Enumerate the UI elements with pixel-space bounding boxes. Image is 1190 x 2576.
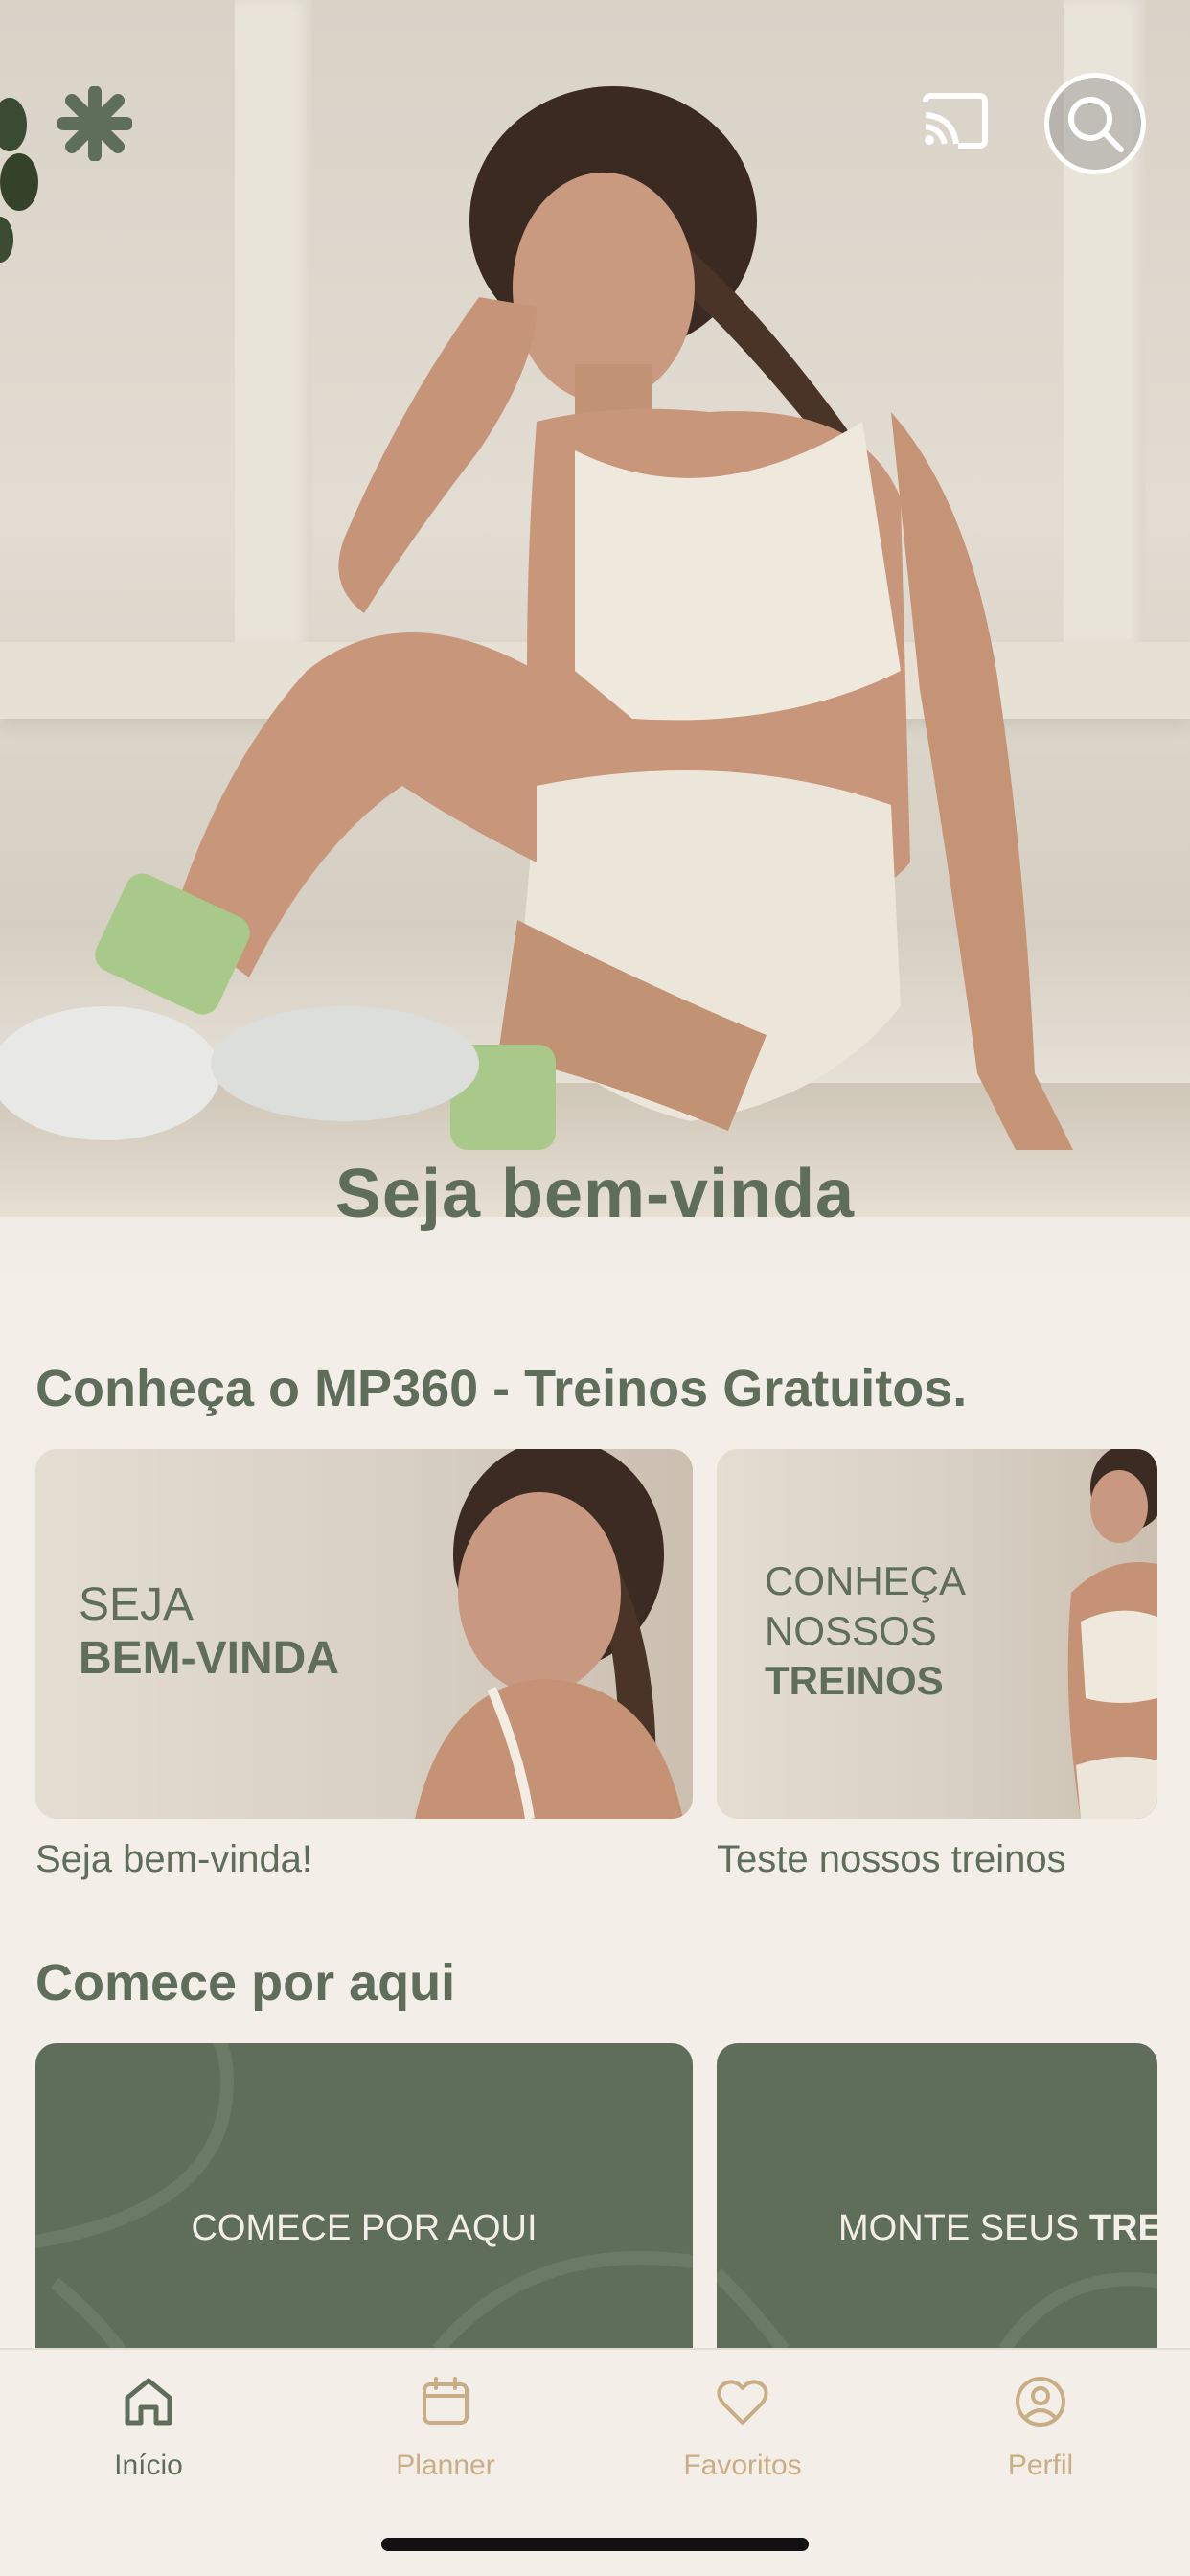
tab-favoritos-label: Favoritos: [683, 2450, 802, 2481]
card-start-here[interactable]: COMECE POR AQUI: [35, 2043, 693, 2350]
search-button[interactable]: [1044, 73, 1146, 174]
tab-favoritos[interactable]: Favoritos: [647, 2371, 838, 2482]
home-icon: [125, 2378, 172, 2426]
section-title-free-workouts: Conheça o MP360 - Treinos Gratuitos.: [35, 1360, 968, 1417]
heart-icon: [717, 2380, 768, 2425]
cast-icon[interactable]: [920, 92, 989, 150]
card-welcome-line1: SEJA: [79, 1579, 195, 1630]
card-build-workouts[interactable]: MONTE SEUS TRE: [717, 2043, 1157, 2350]
tab-perfil[interactable]: Perfil: [945, 2371, 1136, 2482]
tab-inicio[interactable]: Início: [53, 2371, 244, 2482]
card-welcome-text: SEJA BEM-VINDA: [79, 1578, 339, 1686]
card-treinos[interactable]: CONHEÇA NOSSOS TREINOS: [717, 1449, 1157, 1819]
calendar-icon: [423, 2377, 469, 2425]
card-welcome[interactable]: SEJA BEM-VINDA: [35, 1449, 693, 1819]
card-photo-woman: [1067, 1449, 1157, 1819]
card-photo-woman: [415, 1449, 683, 1819]
card-build-workouts-label: MONTE SEUS TRE: [838, 2208, 1157, 2249]
card-welcome-line2: BEM-VINDA: [79, 1633, 339, 1684]
card-treinos-text: CONHEÇA NOSSOS TREINOS: [765, 1556, 966, 1706]
card-build-workouts-label-bold: TRE: [1088, 2208, 1157, 2248]
card-treinos-caption: Teste nossos treinos: [717, 1838, 1066, 1880]
plant-leaf-decoration: [0, 98, 38, 263]
card-decor-lines: [717, 2268, 1157, 2350]
tab-planner[interactable]: Planner: [350, 2371, 541, 2482]
card-treinos-line2: NOSSOS: [765, 1608, 937, 1653]
card-build-workouts-label-regular: MONTE SEUS: [838, 2208, 1089, 2248]
card-start-here-label: COMECE POR AQUI: [191, 2208, 538, 2248]
hero-title: Seja bem-vinda: [334, 1156, 856, 1232]
home-indicator[interactable]: [381, 2538, 809, 2551]
profile-icon: [1016, 2377, 1065, 2426]
hero-photo-woman: [0, 86, 1073, 1150]
card-treinos-line3: TREINOS: [765, 1658, 944, 1703]
card-decor-lines: [35, 2043, 693, 2350]
card-welcome-caption: Seja bem-vinda!: [35, 1838, 313, 1880]
asterisk-logo-icon[interactable]: [57, 86, 132, 161]
search-icon: [1068, 97, 1124, 152]
card-treinos-line1: CONHEÇA: [765, 1558, 967, 1603]
tab-inicio-label: Início: [114, 2450, 183, 2481]
hero-banner: Seja bem-vinda: [0, 0, 1190, 1284]
tab-planner-label: Planner: [396, 2450, 495, 2481]
section-title-start-here: Comece por aqui: [35, 1954, 456, 2012]
tab-perfil-label: Perfil: [1007, 2450, 1074, 2481]
